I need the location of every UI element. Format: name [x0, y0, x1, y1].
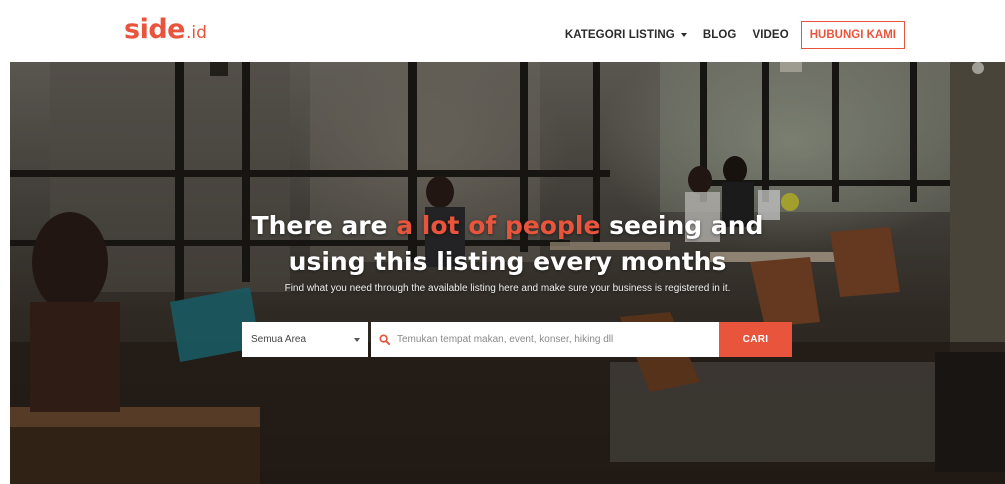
hero-subtitle: Find what you need through the available… [284, 283, 731, 294]
main-nav: KATEGORI LISTING BLOG VIDEO HUBUNGI KAMI [565, 20, 905, 50]
area-select-value: Semua Area [251, 334, 307, 345]
nav-item-kategori-listing[interactable]: KATEGORI LISTING [565, 29, 687, 41]
search-field[interactable] [371, 322, 719, 357]
nav-item-video[interactable]: VIDEO [752, 29, 788, 41]
logo-suffix-text: .id [185, 23, 207, 43]
nav-item-label: KATEGORI LISTING [564, 29, 675, 41]
nav-item-blog[interactable]: BLOG [703, 29, 737, 41]
area-select[interactable]: Semua Area [242, 322, 368, 357]
site-header: side .id KATEGORI LISTING BLOG VIDEO HUB… [0, 0, 1005, 62]
headline-accent-text: a lot of people [396, 211, 601, 240]
hero-headline-line2: using this listing every months [288, 247, 727, 276]
headline-text-after: seeing and [600, 211, 764, 240]
search-icon [379, 334, 390, 345]
headline-text-before: There are [251, 211, 397, 240]
chevron-down-icon [680, 33, 687, 37]
site-logo[interactable]: side .id [124, 14, 207, 48]
nav-item-label: VIDEO [752, 29, 789, 41]
logo-main-text: side [124, 14, 185, 45]
hero-section: There are a lot of people seeing and usi… [10, 62, 1005, 484]
hero-headline: There are a lot of people seeing and usi… [10, 208, 1005, 280]
search-button[interactable]: CARI [719, 322, 792, 357]
contact-us-button[interactable]: HUBUNGI KAMI [800, 21, 905, 49]
nav-item-label: BLOG [702, 29, 737, 41]
chevron-down-icon [354, 337, 360, 342]
search-bar: Semua Area CARI [242, 322, 792, 357]
hero-headline-line1: There are a lot of people seeing and [10, 208, 1005, 244]
search-input[interactable] [397, 324, 697, 355]
